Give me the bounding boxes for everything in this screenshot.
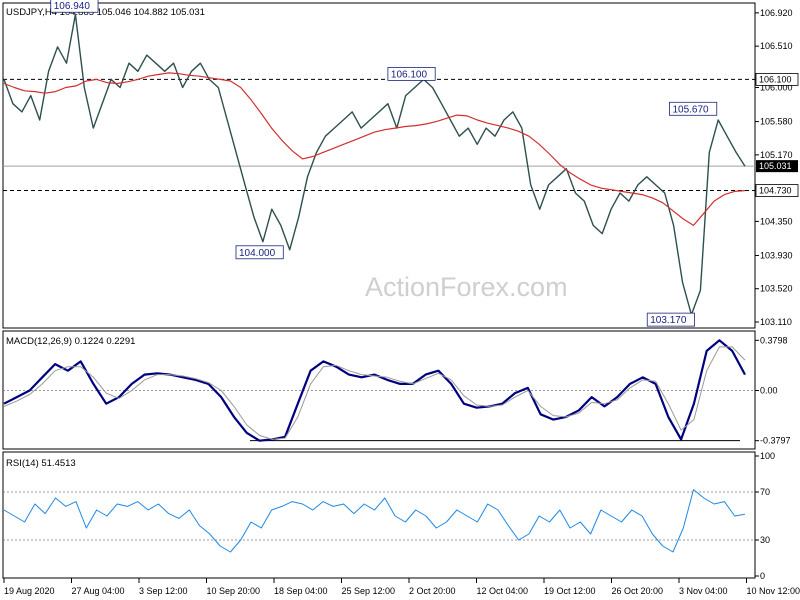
- macd-y-tick-label: 0.00: [760, 386, 778, 396]
- price-y-tick-label: 106.920: [760, 8, 793, 18]
- x-tick-label: 3 Sep 12:00: [139, 586, 188, 596]
- rsi-panel: RSI(14) 51.4513 100 70 30 0: [2, 451, 775, 581]
- macd-label: MACD(12,26,9) 0.1224 0.2291: [6, 336, 135, 347]
- price-callout-label: 106.940: [54, 1, 91, 12]
- price-y-tick-label: 103.520: [760, 284, 793, 294]
- macd-y-tick-label: 0.3798: [760, 335, 788, 345]
- x-tick-label: 10 Nov 12:00: [747, 586, 800, 596]
- x-tick-label: 3 Nov 04:00: [679, 586, 728, 596]
- price-y-tick-label: 105.580: [760, 117, 793, 127]
- price-y-tick-label: 105.170: [760, 150, 793, 160]
- price-level-tag-text: 104.730: [759, 186, 792, 196]
- price-y-tick-label: 104.350: [760, 216, 793, 226]
- price-callout-label: 106.100: [391, 69, 428, 80]
- rsi-y-tick-label: 30: [760, 535, 770, 545]
- watermark: ActionForex.com: [365, 272, 568, 302]
- price-y-tick-label: 106.510: [760, 41, 793, 51]
- macd-panel-frame: [2, 330, 756, 450]
- price-panel: USDJPY,H4 104.885 105.046 104.882 105.03…: [2, 0, 799, 329]
- x-tick-label: 19 Oct 12:00: [544, 586, 596, 596]
- macd-panel: MACD(12,26,9) 0.1224 0.2291 0.3798 0.00 -0…: [2, 330, 791, 450]
- price-callout-label: 104.000: [239, 248, 276, 259]
- x-tick-label: 10 Sep 20:00: [207, 586, 261, 596]
- price-callout-label: 103.170: [650, 315, 687, 326]
- price-y-tick-label: 103.930: [760, 250, 793, 260]
- current-price-tag-text: 105.031: [759, 161, 792, 171]
- price-callout-label: 105.670: [672, 104, 709, 115]
- x-tick-label: 19 Aug 2020: [4, 586, 55, 596]
- rsi-y-tick-label: 70: [760, 487, 770, 497]
- rsi-y-tick-label: 100: [760, 451, 775, 461]
- x-tick-label: 18 Sep 04:00: [274, 586, 328, 596]
- macd-y-tick-label: -0.3797: [760, 436, 791, 446]
- x-tick-label: 25 Sep 12:00: [342, 586, 396, 596]
- rsi-label: RSI(14) 51.4513: [6, 458, 76, 469]
- price-y-tick-label: 103.110: [760, 317, 792, 327]
- forex-chart: USDJPY,H4 104.885 105.046 104.882 105.03…: [0, 0, 800, 600]
- rsi-panel-frame: [2, 451, 756, 579]
- rsi-y-tick-label: 0: [760, 571, 765, 581]
- x-tick-label: 2 Oct 20:00: [409, 586, 456, 596]
- x-tick-label: 12 Oct 04:00: [477, 586, 529, 596]
- symbol-header: USDJPY,H4 104.885 105.046 104.882 105.03…: [6, 7, 205, 18]
- x-tick-label: 26 Oct 20:00: [612, 586, 664, 596]
- x-tick-label: 27 Aug 04:00: [72, 586, 125, 596]
- price-level-tag-text: 106.100: [759, 74, 792, 84]
